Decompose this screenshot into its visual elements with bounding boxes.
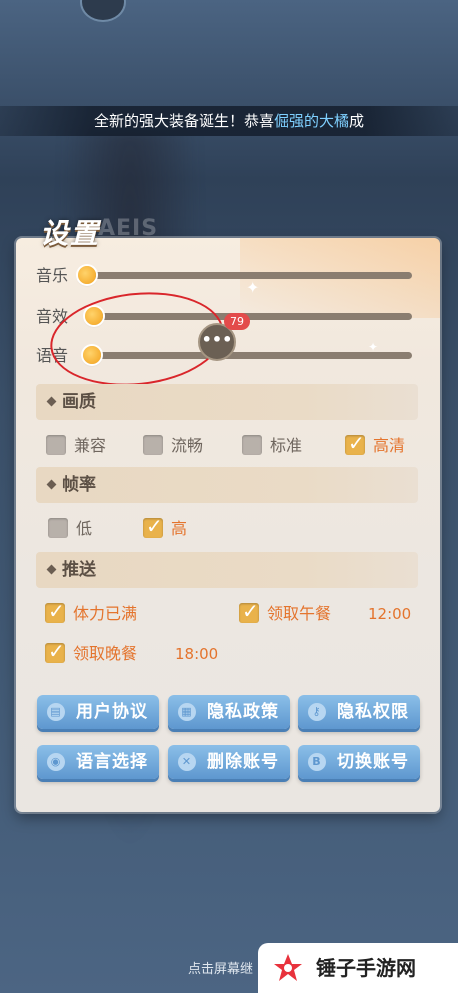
title-ghost-text: AEIS [98, 216, 159, 241]
document-icon: ▤ [47, 703, 65, 721]
quality-section-header: 画质 [36, 384, 418, 420]
banner-player-name: 倔强的大橘 [273, 112, 349, 130]
privacy-policy-button[interactable]: ▦ 隐私政策 [168, 695, 290, 729]
checkbox[interactable] [143, 435, 163, 455]
section-title: 画质 [62, 392, 96, 412]
check-icon: ✓ [48, 639, 65, 663]
check-icon: ✓ [348, 431, 365, 455]
button-label: 删除账号 [207, 752, 279, 772]
option-label: 标准 [270, 436, 303, 455]
music-slider[interactable]: 音乐 [36, 264, 416, 288]
close-circle-icon: ✕ [178, 753, 196, 771]
option-label: 高清 [373, 436, 406, 455]
checkbox-checked[interactable]: ✓ [143, 514, 163, 538]
diamond-icon [46, 479, 57, 490]
framerate-section-header: 帧率 [36, 467, 418, 503]
slider-track[interactable] [86, 272, 412, 279]
option-label: 低 [76, 519, 93, 538]
tap-to-continue-hint: 点击屏幕继 [188, 962, 254, 977]
lunch-time: 12:00 [368, 605, 412, 623]
push-section-header: 推送 [36, 552, 418, 588]
checkbox[interactable] [46, 435, 66, 455]
announcement-banner: 全新的强大装备诞生！恭喜倔强的大橘成 [0, 106, 458, 136]
option-label: 领取午餐 [267, 604, 332, 623]
user-agreement-button[interactable]: ▤ 用户协议 [37, 695, 159, 729]
top-avatar-icon[interactable] [80, 0, 126, 22]
button-label: 语言选择 [76, 752, 148, 772]
privacy-permission-button[interactable]: ⚷ 隐私权限 [298, 695, 420, 729]
banner-suffix: 成 [349, 112, 365, 130]
slider-knob[interactable] [78, 266, 96, 284]
button-label: 用户协议 [76, 702, 148, 722]
account-icon: B [308, 753, 326, 771]
section-title: 帧率 [62, 475, 96, 495]
button-label: 隐私政策 [207, 702, 279, 722]
check-icon: ✓ [48, 599, 65, 623]
settings-title: 设置 [40, 217, 101, 250]
delete-account-button[interactable]: ✕ 删除账号 [168, 745, 290, 779]
slider-label: 音乐 [36, 266, 69, 285]
button-label: 隐私权限 [337, 702, 409, 722]
checkbox-checked[interactable]: ✓ [45, 599, 65, 623]
checkbox-checked[interactable]: ✓ [345, 431, 365, 455]
option-label: 高 [171, 519, 188, 538]
diamond-icon [46, 564, 57, 575]
section-title: 推送 [62, 560, 96, 580]
option-label: 领取晚餐 [73, 644, 138, 663]
option-label: 体力已满 [73, 604, 138, 623]
button-label: 切换账号 [337, 752, 409, 772]
check-icon: ✓ [146, 514, 163, 538]
checkbox-checked[interactable]: ✓ [45, 639, 65, 663]
banner-prefix: 全新的强大装备诞生！恭喜 [93, 112, 274, 130]
checkbox-checked[interactable]: ✓ [239, 599, 259, 623]
key-icon: ⚷ [308, 703, 326, 721]
hammer-logo-icon [274, 954, 302, 981]
checkbox[interactable] [242, 435, 262, 455]
option-label: 兼容 [74, 436, 107, 455]
dinner-time: 18:00 [175, 645, 219, 663]
language-select-button[interactable]: ◉ 语言选择 [37, 745, 159, 779]
option-label: 流畅 [171, 436, 204, 455]
diamond-icon [46, 396, 57, 407]
grid-icon: ▦ [178, 703, 196, 721]
check-icon: ✓ [242, 599, 259, 623]
site-watermark: 锤子手游网 [258, 943, 458, 993]
speech-icon: ◉ [47, 753, 65, 771]
switch-account-button[interactable]: B 切换账号 [298, 745, 420, 779]
watermark-text: 锤子手游网 [316, 956, 416, 980]
checkbox[interactable] [48, 518, 68, 538]
chat-unread-badge: 79 [224, 313, 250, 330]
